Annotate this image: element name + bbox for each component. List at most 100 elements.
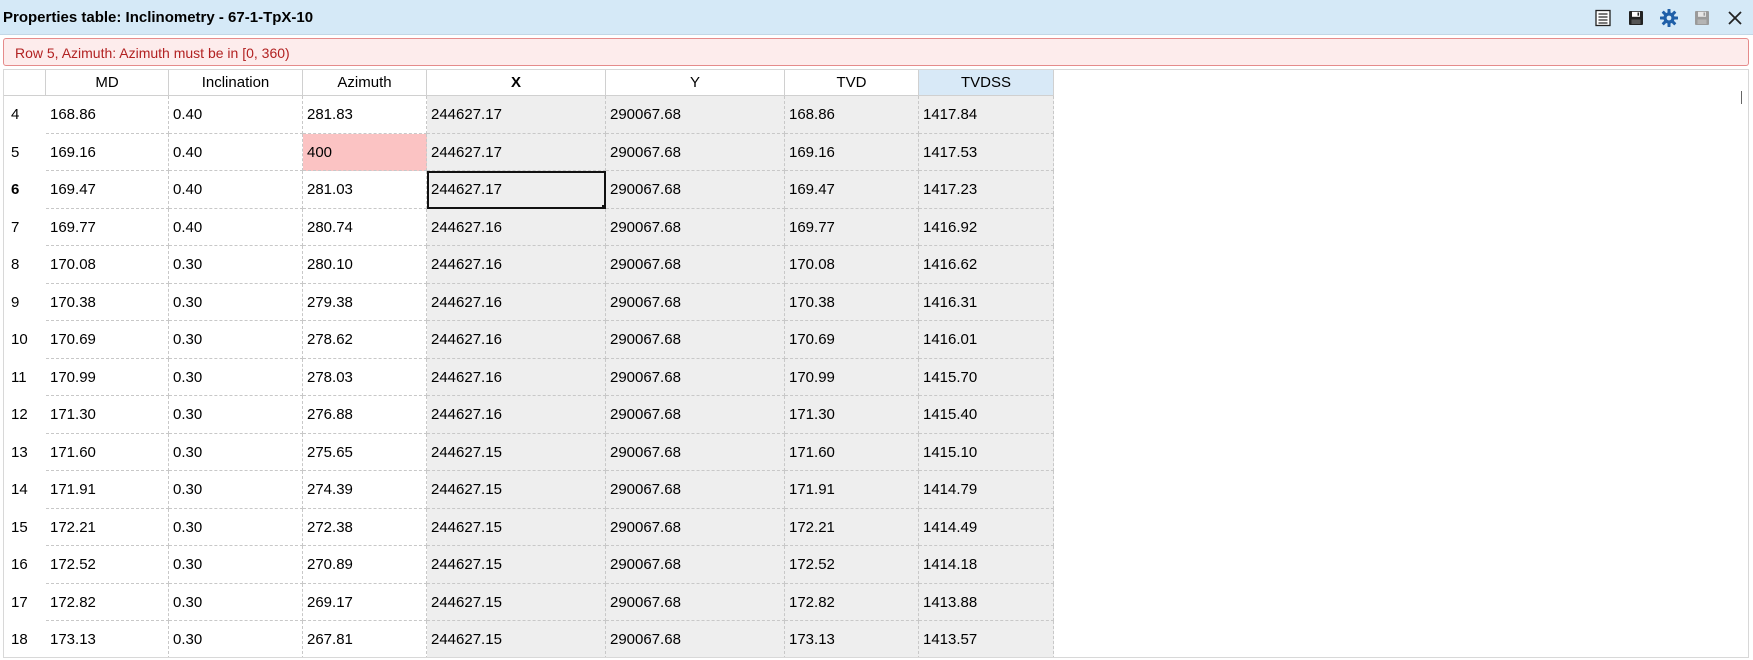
cell-md[interactable]: 168.86	[46, 96, 169, 134]
cell-azimuth[interactable]: 281.03	[303, 171, 427, 209]
cell-inclination[interactable]: 0.30	[169, 621, 303, 657]
cell-azimuth[interactable]: 278.62	[303, 321, 427, 359]
cell-y[interactable]: 290067.68	[606, 171, 785, 209]
cell-tvd[interactable]: 170.08	[785, 246, 919, 284]
cell-inclination[interactable]: 0.30	[169, 358, 303, 396]
cell-inclination[interactable]: 0.30	[169, 246, 303, 284]
cell-tvd[interactable]: 169.16	[785, 133, 919, 171]
cell-inclination[interactable]: 0.30	[169, 396, 303, 434]
cell-tvdss[interactable]: 1413.57	[919, 621, 1054, 657]
row-number[interactable]: 16	[4, 546, 46, 584]
cell-x[interactable]: 244627.16	[427, 208, 606, 246]
cell-tvdss[interactable]: 1414.18	[919, 546, 1054, 584]
cell-inclination[interactable]: 0.40	[169, 96, 303, 134]
cell-tvd[interactable]: 170.99	[785, 358, 919, 396]
row-number[interactable]: 14	[4, 471, 46, 509]
cell-x[interactable]: 244627.17	[427, 96, 606, 134]
cell-azimuth[interactable]: 278.03	[303, 358, 427, 396]
cell-tvdss[interactable]: 1413.88	[919, 583, 1054, 621]
cell-y[interactable]: 290067.68	[606, 621, 785, 657]
cell-azimuth[interactable]: 276.88	[303, 396, 427, 434]
cell-x[interactable]: 244627.16	[427, 283, 606, 321]
column-header-azimuth[interactable]: Azimuth	[303, 70, 427, 96]
cell-x[interactable]: 244627.15	[427, 546, 606, 584]
row-number[interactable]: 11	[4, 359, 46, 397]
cell-tvdss[interactable]: 1417.53	[919, 133, 1054, 171]
row-number[interactable]: 18	[4, 621, 46, 657]
cell-md[interactable]: 170.99	[46, 358, 169, 396]
row-number[interactable]: 4	[4, 96, 46, 134]
save-disabled-icon[interactable]	[1690, 6, 1714, 30]
cell-y[interactable]: 290067.68	[606, 358, 785, 396]
cell-md[interactable]: 170.08	[46, 246, 169, 284]
cell-y[interactable]: 290067.68	[606, 283, 785, 321]
cell-md[interactable]: 172.52	[46, 546, 169, 584]
cell-y[interactable]: 290067.68	[606, 246, 785, 284]
cell-md[interactable]: 172.21	[46, 508, 169, 546]
column-header-y[interactable]: Y	[606, 70, 785, 96]
column-header-tvdss[interactable]: TVDSS	[919, 70, 1054, 96]
cell-tvdss[interactable]: 1416.31	[919, 283, 1054, 321]
cell-tvd[interactable]: 172.82	[785, 583, 919, 621]
cell-inclination[interactable]: 0.30	[169, 546, 303, 584]
column-header-tvd[interactable]: TVD	[785, 70, 919, 96]
cell-md[interactable]: 171.30	[46, 396, 169, 434]
cell-tvd[interactable]: 171.60	[785, 433, 919, 471]
cell-tvdss[interactable]: 1415.10	[919, 433, 1054, 471]
cell-inclination[interactable]: 0.30	[169, 583, 303, 621]
cell-tvdss[interactable]: 1415.70	[919, 358, 1054, 396]
column-header-inclination[interactable]: Inclination	[169, 70, 303, 96]
row-number[interactable]: 7	[4, 209, 46, 247]
row-number[interactable]: 17	[4, 584, 46, 622]
cell-tvdss[interactable]: 1416.92	[919, 208, 1054, 246]
cell-md[interactable]: 170.69	[46, 321, 169, 359]
cell-y[interactable]: 290067.68	[606, 471, 785, 509]
close-icon[interactable]	[1723, 6, 1747, 30]
cell-azimuth[interactable]: 267.81	[303, 621, 427, 657]
cell-y[interactable]: 290067.68	[606, 396, 785, 434]
cell-tvdss[interactable]: 1416.62	[919, 246, 1054, 284]
cell-x[interactable]: 244627.16	[427, 396, 606, 434]
column-header-x[interactable]: X	[427, 70, 606, 96]
row-number[interactable]: 10	[4, 321, 46, 359]
cell-md[interactable]: 169.16	[46, 133, 169, 171]
cell-md[interactable]: 169.77	[46, 208, 169, 246]
cell-x[interactable]: 244627.15	[427, 471, 606, 509]
cell-y[interactable]: 290067.68	[606, 508, 785, 546]
cell-azimuth[interactable]: 275.65	[303, 433, 427, 471]
cell-tvd[interactable]: 171.91	[785, 471, 919, 509]
row-number[interactable]: 8	[4, 246, 46, 284]
cell-inclination[interactable]: 0.40	[169, 171, 303, 209]
row-number[interactable]: 13	[4, 434, 46, 472]
cell-x[interactable]: 244627.15	[427, 508, 606, 546]
table-list-icon[interactable]	[1591, 6, 1615, 30]
cell-y[interactable]: 290067.68	[606, 133, 785, 171]
cell-x[interactable]: 244627.16	[427, 358, 606, 396]
row-number[interactable]: 15	[4, 509, 46, 547]
cell-md[interactable]: 172.82	[46, 583, 169, 621]
cell-x[interactable]: 244627.16	[427, 246, 606, 284]
cell-tvd[interactable]: 170.69	[785, 321, 919, 359]
cell-tvdss[interactable]: 1415.40	[919, 396, 1054, 434]
cell-azimuth[interactable]: 272.38	[303, 508, 427, 546]
cell-inclination[interactable]: 0.30	[169, 433, 303, 471]
cell-azimuth[interactable]: 274.39	[303, 471, 427, 509]
vertical-scrollbar[interactable]	[1741, 91, 1742, 104]
row-number[interactable]: 12	[4, 396, 46, 434]
cell-inclination[interactable]: 0.30	[169, 283, 303, 321]
cell-y[interactable]: 290067.68	[606, 433, 785, 471]
cell-inclination[interactable]: 0.30	[169, 508, 303, 546]
cell-md[interactable]: 169.47	[46, 171, 169, 209]
cell-y[interactable]: 290067.68	[606, 546, 785, 584]
cell-md[interactable]: 173.13	[46, 621, 169, 657]
cell-tvd[interactable]: 172.21	[785, 508, 919, 546]
cell-inclination[interactable]: 0.40	[169, 208, 303, 246]
cell-inclination[interactable]: 0.30	[169, 321, 303, 359]
cell-azimuth[interactable]: 270.89	[303, 546, 427, 584]
cell-x[interactable]: 244627.17	[427, 133, 606, 171]
cell-y[interactable]: 290067.68	[606, 583, 785, 621]
cell-x[interactable]: 244627.16	[427, 321, 606, 359]
row-number[interactable]: 6	[4, 171, 46, 209]
cell-md[interactable]: 171.60	[46, 433, 169, 471]
cell-azimuth[interactable]: 269.17	[303, 583, 427, 621]
